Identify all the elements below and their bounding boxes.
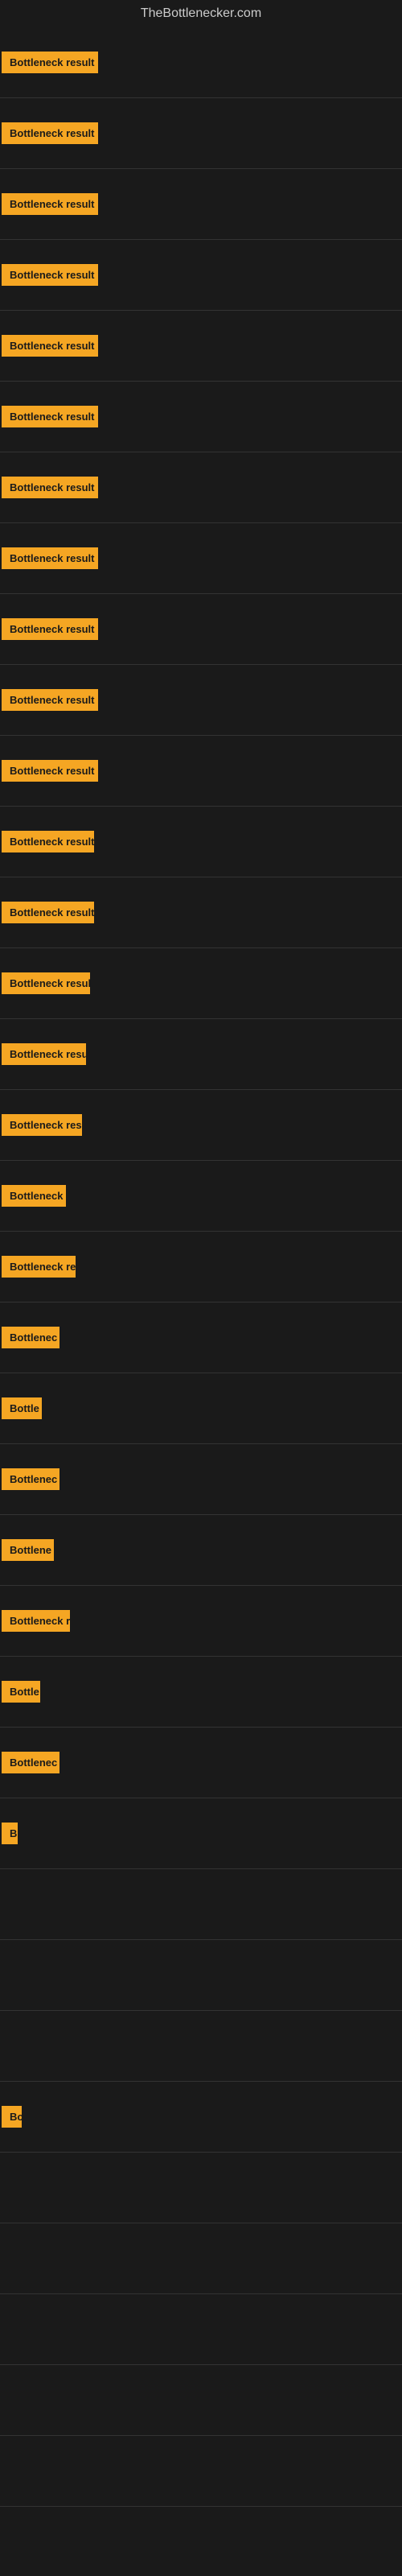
bottleneck-result-label[interactable]: Bottleneck result [2,972,90,994]
bottleneck-row: Bottlenec [0,1444,402,1515]
bottleneck-row: B [0,1798,402,1869]
bottleneck-row: Bottleneck resu [0,1090,402,1161]
bottleneck-result-label[interactable]: Bottlenec [2,1752,59,1773]
bottleneck-row [0,2436,402,2507]
bottleneck-result-label[interactable]: Bottlene [2,1539,54,1561]
bottleneck-row: Bottleneck result [0,665,402,736]
bottleneck-row [0,2011,402,2082]
bottleneck-row [0,2365,402,2436]
bottleneck-row: Bottleneck result [0,169,402,240]
bottleneck-result-label[interactable]: Bottleneck result [2,52,98,73]
bottleneck-result-label[interactable]: Bottlenec [2,1327,59,1348]
bottleneck-row: Bottleneck result [0,948,402,1019]
bottleneck-row: Bottle [0,1657,402,1728]
bottleneck-result-label[interactable]: Bottleneck result [2,406,98,427]
bottleneck-result-label[interactable]: Bottleneck result [2,902,94,923]
bottleneck-row [0,1869,402,1940]
bottleneck-result-label[interactable]: Bottleneck result [2,264,98,286]
bottleneck-row: Bottleneck result [0,240,402,311]
bottleneck-row: Bottleneck result [0,807,402,877]
site-title-bar: TheBottlenecker.com [0,0,402,27]
bottleneck-row: Bottlene [0,1515,402,1586]
bottleneck-row: Bo [0,2082,402,2153]
bottleneck-row: Bottleneck result [0,452,402,523]
bottleneck-row: Bottleneck result [0,27,402,98]
bottleneck-result-label[interactable]: Bottleneck r [2,1610,70,1632]
bottleneck-list: Bottleneck result Bottleneck result Bottle… [0,27,402,2507]
bottleneck-row: Bottleneck res [0,1232,402,1302]
bottleneck-result-label[interactable]: Bottleneck result [2,477,98,498]
bottleneck-row: Bottleneck result [0,1019,402,1090]
bottleneck-row: Bottlenec [0,1728,402,1798]
bottleneck-result-label[interactable]: Bottleneck result [2,760,98,782]
bottleneck-row: Bottleneck result [0,877,402,948]
bottleneck-result-label[interactable]: Bottleneck result [2,193,98,215]
bottleneck-row [0,1940,402,2011]
bottleneck-result-label[interactable]: Bottleneck result [2,831,94,852]
bottleneck-row [0,2223,402,2294]
bottleneck-row: Bottleneck [0,1161,402,1232]
bottleneck-result-label[interactable]: Bottleneck result [2,335,98,357]
bottleneck-row: Bottleneck result [0,311,402,382]
bottleneck-result-label[interactable]: Bottle [2,1397,42,1419]
bottleneck-result-label[interactable]: Bottleneck result [2,122,98,144]
bottleneck-result-label[interactable]: Bottleneck res [2,1256,76,1278]
bottleneck-result-label[interactable]: Bottleneck result [2,1043,86,1065]
bottleneck-result-label[interactable]: Bottle [2,1681,40,1703]
bottleneck-row [0,2294,402,2365]
bottleneck-result-label[interactable]: Bottleneck [2,1185,66,1207]
bottleneck-row [0,2153,402,2223]
bottleneck-row: Bottle [0,1373,402,1444]
bottleneck-result-label[interactable]: Bottleneck result [2,547,98,569]
bottleneck-row: Bottleneck result [0,594,402,665]
site-title: TheBottlenecker.com [0,0,402,27]
bottleneck-row: Bottlenec [0,1302,402,1373]
bottleneck-result-label[interactable]: Bottleneck result [2,689,98,711]
bottleneck-result-label[interactable]: Bottleneck resu [2,1114,82,1136]
bottleneck-result-label[interactable]: Bo [2,2106,22,2128]
bottleneck-row: Bottleneck result [0,736,402,807]
bottleneck-result-label[interactable]: Bottleneck result [2,618,98,640]
bottleneck-row: Bottleneck result [0,523,402,594]
bottleneck-result-label[interactable]: B [2,1823,18,1844]
bottleneck-row: Bottleneck result [0,382,402,452]
bottleneck-row: Bottleneck r [0,1586,402,1657]
bottleneck-result-label[interactable]: Bottlenec [2,1468,59,1490]
bottleneck-row: Bottleneck result [0,98,402,169]
